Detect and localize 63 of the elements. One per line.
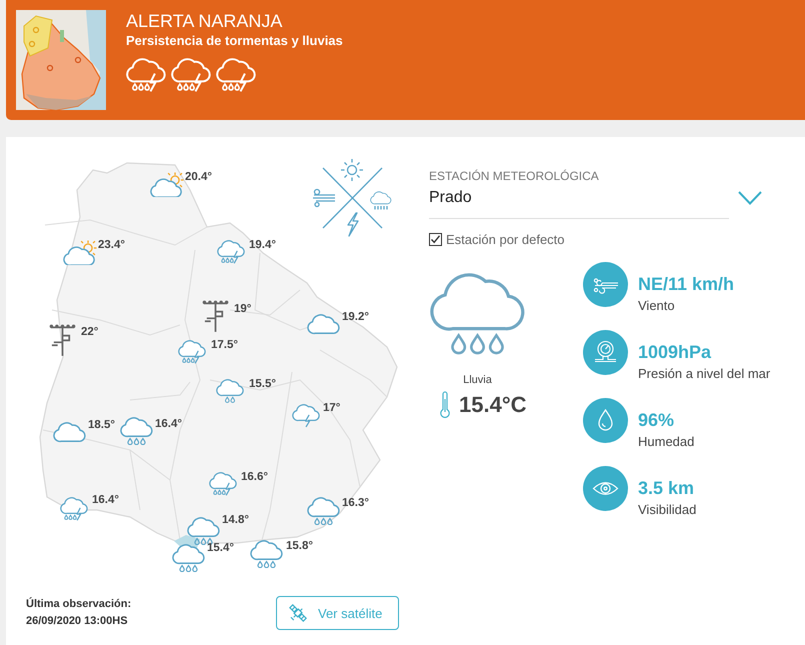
condition-label: Lluvia xyxy=(463,372,492,387)
rain-cloud-icon xyxy=(216,379,244,404)
last-observation-label: Última observación: xyxy=(26,596,132,612)
alert-subtitle: Persistencia de tormentas y lluvias xyxy=(126,32,343,50)
temperature-label: 19.4° xyxy=(249,238,276,252)
temperature-label: 17.5° xyxy=(211,338,238,352)
temperature-label: 17° xyxy=(323,401,340,415)
satellite-icon xyxy=(288,603,308,623)
weather-station-icon xyxy=(202,300,229,333)
temperature-label: 16.4° xyxy=(155,417,182,431)
eye-icon xyxy=(583,466,628,511)
temperature-label: 23.4° xyxy=(98,238,125,252)
storm-cloud-icon xyxy=(292,404,320,428)
storm-rain-icon xyxy=(209,472,237,496)
chevron-down-icon xyxy=(738,191,762,205)
storm-rain-icon xyxy=(216,58,256,92)
checkbox[interactable] xyxy=(429,232,442,246)
thermometer-icon xyxy=(440,390,450,419)
current-temperature: 15.4°C xyxy=(459,392,527,418)
stat-label: Humedad xyxy=(638,433,694,451)
wind-icon xyxy=(583,262,628,307)
temperature-label: 16.3° xyxy=(342,496,369,510)
rain-cloud-icon xyxy=(250,540,283,568)
stat-value: NE/11 km/h xyxy=(638,273,734,295)
temperature-label: 19° xyxy=(234,302,252,316)
weather-station-icon xyxy=(49,324,76,357)
storm-rain-icon xyxy=(126,58,166,92)
rain-cloud-icon xyxy=(120,417,153,446)
stat-label: Presión a nivel del mar xyxy=(638,365,770,383)
temperature-label: 22° xyxy=(81,325,98,339)
cloud-icon xyxy=(53,422,86,443)
stat-value: 96% xyxy=(638,409,676,431)
pressure-gauge-icon xyxy=(583,330,628,375)
storm-rain-icon xyxy=(178,340,206,364)
rain-cloud-icon xyxy=(172,544,205,572)
station-label: ESTACIÓN METEOROLÓGICA xyxy=(429,168,600,184)
temperature-label: 18.5° xyxy=(88,418,115,432)
temperature-label: 15.8° xyxy=(286,539,313,553)
last-observation-time: 26/09/2020 13:00HS xyxy=(26,614,129,629)
temperature-label: 14.8° xyxy=(222,513,249,527)
temperature-label: 20.4° xyxy=(185,170,212,184)
rain-cloud-icon xyxy=(307,497,340,526)
weather-symbols-icon xyxy=(312,157,392,237)
temperature-label: 16.6° xyxy=(241,470,268,484)
temperature-label: 15.4° xyxy=(207,541,234,555)
stat-value: 3.5 km xyxy=(638,477,696,499)
checkbox-label: Estación por defecto xyxy=(446,232,565,246)
temperature-label: 15.5° xyxy=(249,377,276,391)
alert-title: ALERTA NARANJA xyxy=(126,10,284,32)
cloud-icon xyxy=(307,314,340,335)
rain-cloud-icon xyxy=(429,272,526,356)
storm-rain-icon xyxy=(217,240,245,264)
stat-label: Viento xyxy=(638,297,676,315)
storm-rain-icon xyxy=(60,497,88,522)
station-select[interactable]: Prado xyxy=(429,188,762,219)
temperature-label: 19.2° xyxy=(342,310,369,324)
sun-cloud-icon xyxy=(150,172,184,198)
stat-value: 1009hPa xyxy=(638,341,712,363)
sun-cloud-icon xyxy=(63,240,97,266)
stat-label: Visibilidad xyxy=(638,501,696,519)
storm-rain-icon xyxy=(171,58,211,92)
water-drop-icon xyxy=(583,398,628,443)
temperature-label: 16.4° xyxy=(92,493,119,507)
